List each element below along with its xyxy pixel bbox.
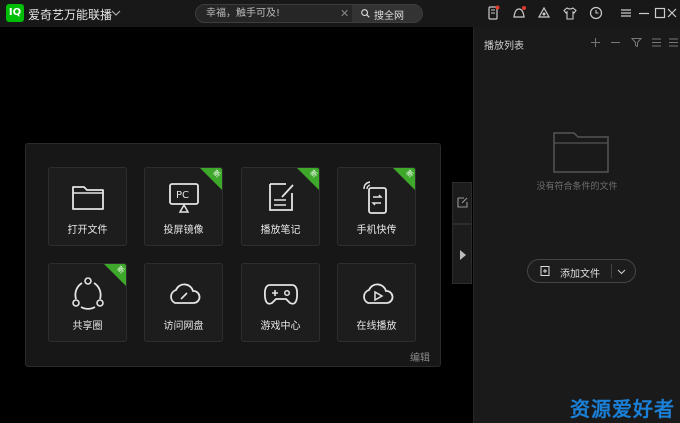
close-icon[interactable] <box>664 5 680 21</box>
phone-transfer-icon <box>363 181 387 214</box>
cloud-play-icon <box>363 283 394 304</box>
note-icon <box>269 183 294 211</box>
add-file-button[interactable]: 添加文件 <box>527 259 636 283</box>
share-circle-tile[interactable]: 共享圈 新 <box>48 263 127 342</box>
empty-state-text: 没有符合条件的文件 <box>536 182 618 192</box>
chevron-down-icon[interactable] <box>111 8 121 18</box>
clear-icon[interactable]: ✕ <box>340 8 349 20</box>
chevron-down-icon[interactable] <box>617 267 626 276</box>
pc-cast-icon: PC <box>169 183 199 213</box>
tile-label: 播放笔记 <box>260 225 301 236</box>
share-circle-icon <box>72 277 104 310</box>
button-divider <box>611 264 612 278</box>
search-button[interactable]: 搜全网 <box>352 5 422 22</box>
notes-side-tab[interactable] <box>452 182 472 224</box>
playlist-title: 播放列表 <box>484 41 524 52</box>
skin-icon[interactable] <box>536 5 552 21</box>
tile-label: 手机快传 <box>356 225 397 236</box>
chevron-right-icon <box>460 250 466 260</box>
folder-icon <box>72 186 104 210</box>
game-center-tile[interactable]: 游戏中心 <box>241 263 320 342</box>
tile-label: 在线播放 <box>356 321 397 332</box>
list-icon[interactable] <box>651 37 662 48</box>
phone-icon[interactable] <box>485 5 501 21</box>
playlist-panel: 播放列表 没有符合条件的文件 添加文件 <box>473 27 680 423</box>
tile-label: 共享圈 <box>72 321 103 332</box>
clock-icon[interactable] <box>588 5 604 21</box>
shirt-icon[interactable] <box>562 5 578 21</box>
app-logo: IQ <box>6 4 24 22</box>
edit-link[interactable]: 编辑 <box>410 349 430 364</box>
cloud-drive-tile[interactable]: 访问网盘 <box>144 263 223 342</box>
watermark: 资源爱好者 <box>570 397 675 421</box>
search-input[interactable] <box>206 7 326 20</box>
search-icon <box>361 9 370 18</box>
play-notes-tile[interactable]: 播放笔记 新 <box>241 167 320 246</box>
list-view-icon[interactable] <box>668 37 679 48</box>
title-bar: IQ 爱奇艺万能联播 ✕ 搜全网 <box>0 0 680 27</box>
collapse-side-tab[interactable] <box>452 224 472 284</box>
edit-icon <box>457 197 468 208</box>
screen-cast-tile[interactable]: PC 投屏镜像 新 <box>144 167 223 246</box>
minus-icon[interactable] <box>610 37 621 48</box>
gamepad-icon <box>263 284 299 305</box>
add-file-icon <box>540 266 550 276</box>
quick-tools-panel: 打开文件 PC 投屏镜像 新 播放笔记 新 手机快传 新 共享圈 新 访问网盘 … <box>25 143 441 367</box>
tile-label: 游戏中心 <box>260 321 301 332</box>
tile-label: 打开文件 <box>67 225 108 236</box>
cloud-icon <box>170 283 201 304</box>
search-box: ✕ 搜全网 <box>195 4 423 23</box>
empty-folder-icon <box>553 132 609 173</box>
search-button-label: 搜全网 <box>374 11 404 22</box>
open-file-tile[interactable]: 打开文件 <box>48 167 127 246</box>
tile-label: 访问网盘 <box>163 321 204 332</box>
plus-icon[interactable] <box>590 37 601 48</box>
notification-icon[interactable] <box>511 5 527 21</box>
svg-text:PC: PC <box>176 190 189 201</box>
filter-icon[interactable] <box>631 37 642 48</box>
add-file-label: 添加文件 <box>560 269 600 280</box>
menu-icon[interactable] <box>618 5 634 21</box>
app-title: 爱奇艺万能联播 <box>28 8 113 22</box>
tile-label: 投屏镜像 <box>163 225 204 236</box>
minimize-icon[interactable] <box>636 5 652 21</box>
phone-transfer-tile[interactable]: 手机快传 新 <box>337 167 416 246</box>
main-area: 打开文件 PC 投屏镜像 新 播放笔记 新 手机快传 新 共享圈 新 访问网盘 … <box>0 27 473 423</box>
online-play-tile[interactable]: 在线播放 <box>337 263 416 342</box>
